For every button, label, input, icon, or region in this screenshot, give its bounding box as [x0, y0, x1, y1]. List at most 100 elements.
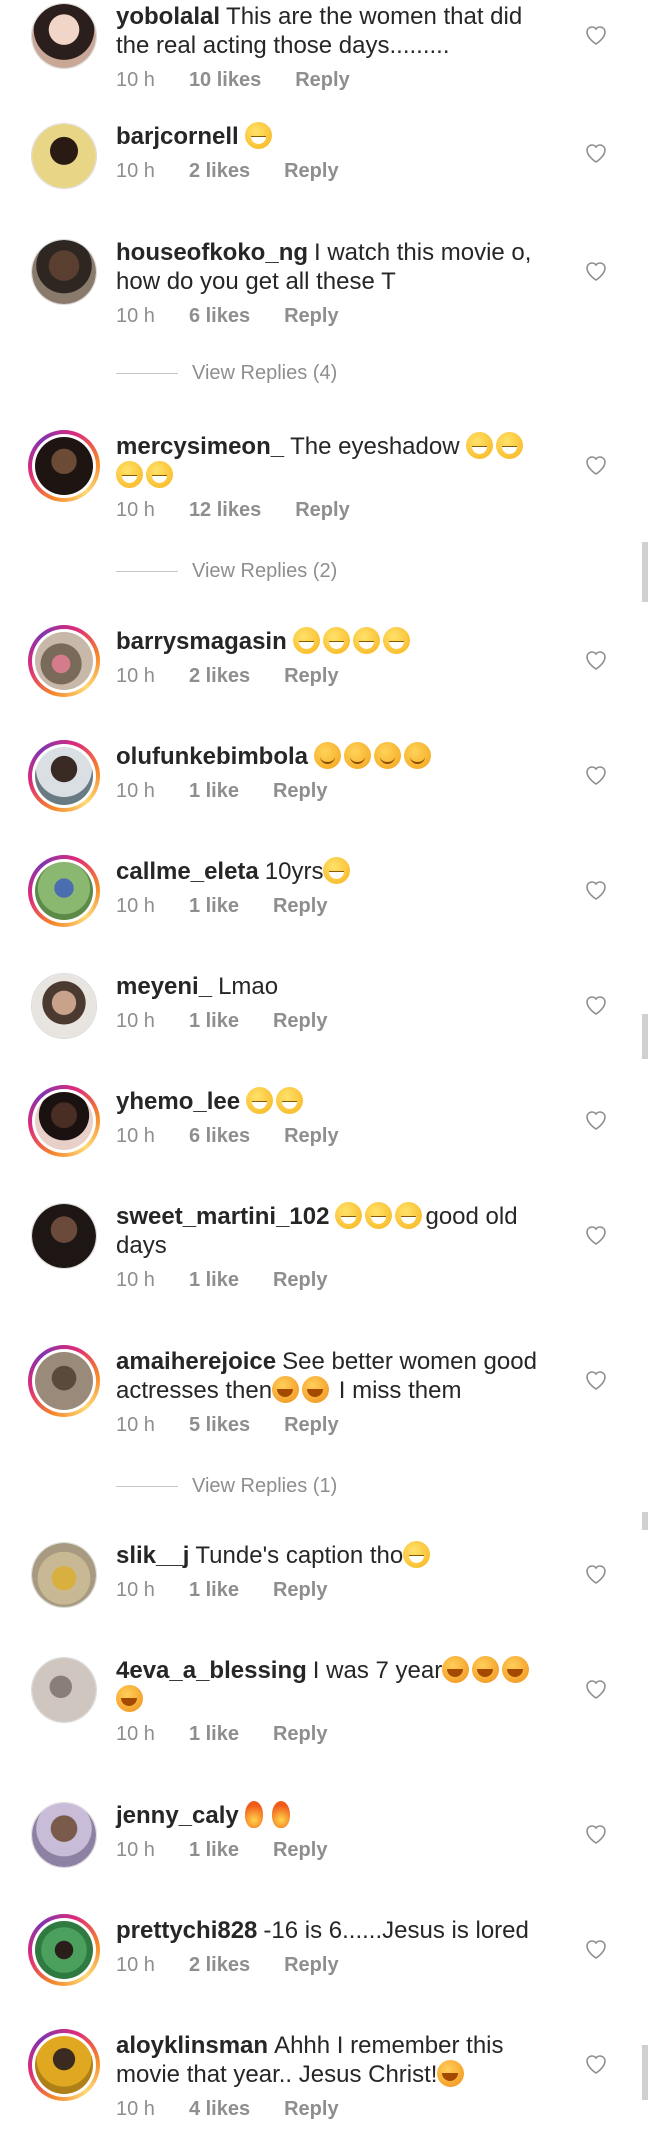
reply-button[interactable]: Reply — [284, 664, 338, 688]
comment-likes[interactable]: 1 like — [189, 1578, 239, 1602]
avatar[interactable] — [28, 970, 100, 1042]
reply-button[interactable]: Reply — [295, 498, 349, 522]
reply-button[interactable]: Reply — [284, 1413, 338, 1437]
comment-likes[interactable]: 2 likes — [189, 664, 250, 688]
comment-username[interactable]: yobolalal — [116, 3, 220, 30]
comment-likes[interactable]: 1 like — [189, 1722, 239, 1746]
grin-emoji-icon — [244, 122, 272, 149]
comment-text: The eyeshadow — [290, 433, 460, 460]
reply-button[interactable]: Reply — [273, 1838, 327, 1862]
comment-likes[interactable]: 4 likes — [189, 2097, 250, 2121]
avatar[interactable] — [28, 1654, 100, 1726]
comment-likes[interactable]: 1 like — [189, 1009, 239, 1033]
comment-username[interactable]: sweet_martini_102 — [116, 1203, 329, 1230]
comment-item: slik__j Tunde's caption tho 10 h 1 like Rep… — [0, 1541, 648, 1656]
heart-icon[interactable] — [584, 879, 608, 901]
scrollbar-thumb[interactable] — [642, 1512, 648, 1530]
view-replies-label[interactable]: View Replies (4) — [192, 362, 337, 385]
comment-username[interactable]: houseofkoko_ng — [116, 239, 308, 266]
reply-button[interactable]: Reply — [273, 1722, 327, 1746]
comment-username[interactable]: barjcornell — [116, 123, 239, 150]
scrollbar-thumb[interactable] — [642, 1014, 648, 1059]
avatar[interactable] — [28, 855, 100, 927]
heart-icon[interactable] — [584, 994, 608, 1016]
avatar[interactable] — [28, 1200, 100, 1272]
comment-likes[interactable]: 12 likes — [189, 498, 261, 522]
reply-button[interactable]: Reply — [273, 1268, 327, 1292]
comment-likes[interactable]: 1 like — [189, 894, 239, 918]
comment-time: 10 h — [116, 69, 155, 91]
reply-button[interactable]: Reply — [284, 304, 338, 328]
view-replies[interactable]: View Replies (1) — [0, 1467, 648, 1541]
reply-button[interactable]: Reply — [273, 894, 327, 918]
heart-icon[interactable] — [584, 1109, 608, 1131]
comment-username[interactable]: callme_eleta — [116, 858, 259, 885]
heart-icon[interactable] — [584, 260, 608, 282]
grin-emoji-icon — [246, 1087, 274, 1114]
avatar[interactable] — [28, 625, 100, 697]
heart-icon[interactable] — [584, 1938, 608, 1960]
comment-time: 10 h — [116, 1010, 155, 1032]
reply-button[interactable]: Reply — [284, 2097, 338, 2121]
heart-icon[interactable] — [584, 1224, 608, 1246]
heart-icon[interactable] — [584, 649, 608, 671]
heart-icon[interactable] — [584, 142, 608, 164]
reply-button[interactable]: Reply — [273, 779, 327, 803]
comment-time: 10 h — [116, 895, 155, 917]
comment-likes[interactable]: 1 like — [189, 1268, 239, 1292]
comment-likes[interactable]: 10 likes — [189, 68, 261, 92]
reply-button[interactable]: Reply — [273, 1009, 327, 1033]
comment-username[interactable]: mercysimeon_ — [116, 433, 284, 460]
view-replies[interactable]: View Replies (4) — [0, 354, 648, 432]
comment-username[interactable]: jenny_caly — [116, 1802, 239, 1829]
reply-button[interactable]: Reply — [284, 1124, 338, 1148]
comment-username[interactable]: olufunkebimbola — [116, 743, 308, 770]
heart-icon[interactable] — [584, 1369, 608, 1391]
comment-likes[interactable]: 2 likes — [189, 159, 250, 183]
comment-likes[interactable]: 1 like — [189, 1838, 239, 1862]
comment-username[interactable]: prettychi828 — [116, 1917, 257, 1944]
avatar[interactable] — [28, 1914, 100, 1986]
heart-icon[interactable] — [584, 764, 608, 786]
avatar[interactable] — [28, 430, 100, 502]
comment-username[interactable]: yhemo_lee — [116, 1088, 240, 1115]
reply-button[interactable]: Reply — [284, 159, 338, 183]
avatar[interactable] — [28, 1799, 100, 1871]
avatar[interactable] — [28, 0, 100, 72]
reply-button[interactable]: Reply — [284, 1953, 338, 1977]
comment-likes[interactable]: 5 likes — [189, 1413, 250, 1437]
heart-icon[interactable] — [584, 454, 608, 476]
comment-username[interactable]: aloyklinsman — [116, 2032, 268, 2059]
reply-button[interactable]: Reply — [295, 68, 349, 92]
avatar[interactable] — [28, 1085, 100, 1157]
grin-emoji-icon — [146, 461, 173, 488]
comment-username[interactable]: slik__j — [116, 1542, 189, 1569]
avatar[interactable] — [28, 236, 100, 308]
heart-icon[interactable] — [584, 2053, 608, 2075]
comment-likes[interactable]: 1 like — [189, 779, 239, 803]
comment-item: meyeni_ Lmao 10 h 1 like Reply — [0, 972, 648, 1087]
avatar[interactable] — [28, 1345, 100, 1417]
reply-button[interactable]: Reply — [273, 1578, 327, 1602]
scrollbar-thumb[interactable] — [642, 542, 648, 602]
avatar[interactable] — [28, 2029, 100, 2101]
comment-username[interactable]: barrysmagasin — [116, 628, 287, 655]
scrollbar-thumb[interactable] — [642, 2045, 648, 2100]
view-replies[interactable]: View Replies (2) — [0, 552, 648, 627]
heart-icon[interactable] — [584, 24, 608, 46]
comment-text: -16 is 6......Jesus is lored — [263, 1917, 529, 1944]
heart-icon[interactable] — [584, 1823, 608, 1845]
view-replies-label[interactable]: View Replies (2) — [192, 560, 337, 583]
comment-likes[interactable]: 6 likes — [189, 1124, 250, 1148]
comment-likes[interactable]: 2 likes — [189, 1953, 250, 1977]
view-replies-label[interactable]: View Replies (1) — [192, 1475, 337, 1498]
comment-likes[interactable]: 6 likes — [189, 304, 250, 328]
heart-icon[interactable] — [584, 1678, 608, 1700]
comment-username[interactable]: meyeni_ — [116, 973, 212, 1000]
avatar[interactable] — [28, 1539, 100, 1611]
comment-username[interactable]: amaiherejoice — [116, 1348, 276, 1375]
heart-icon[interactable] — [584, 1563, 608, 1585]
avatar[interactable] — [28, 120, 100, 192]
comment-username[interactable]: 4eva_a_blessing — [116, 1657, 307, 1684]
avatar[interactable] — [28, 740, 100, 812]
